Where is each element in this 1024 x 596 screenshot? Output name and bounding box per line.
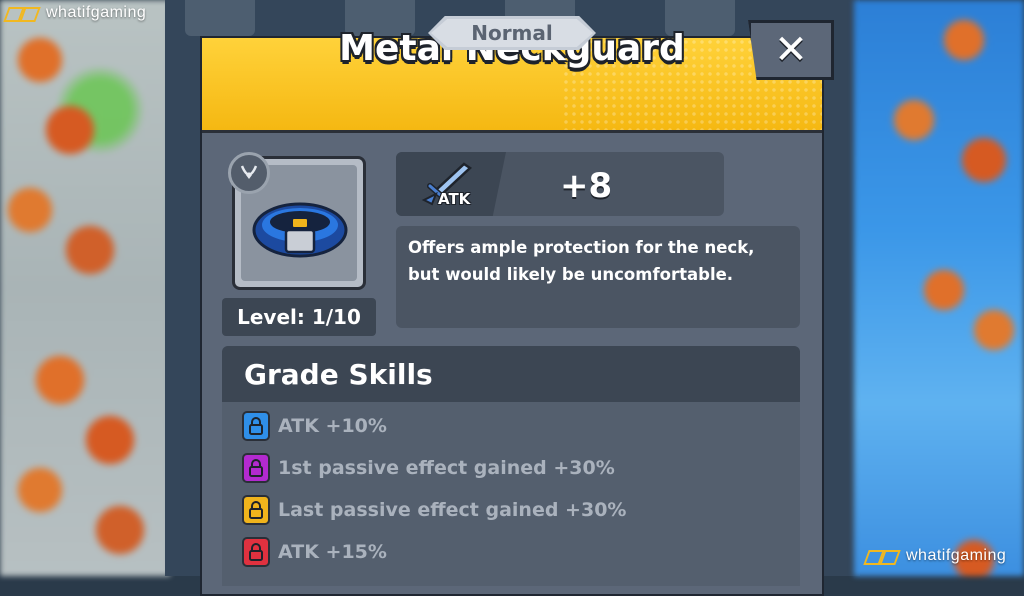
- rarity-tab: Normal: [428, 16, 596, 50]
- lock-icon: [242, 411, 270, 441]
- watermark-text: whatifgaming: [46, 4, 147, 21]
- item-description: Offers ample protection for the neck, bu…: [396, 226, 800, 328]
- whatifgaming-logo-icon: [6, 5, 40, 21]
- metal-neckguard-icon: [252, 202, 348, 258]
- game-background-right: [854, 0, 1024, 576]
- necklace-slot-icon: [228, 152, 270, 194]
- skill-row: ATK +10%: [242, 410, 387, 442]
- skill-text: Last passive effect gained +30%: [278, 499, 627, 521]
- whatifgaming-logo-icon: [866, 548, 900, 564]
- stat-value: +8: [560, 166, 613, 206]
- grade-skills-title: Grade Skills: [244, 358, 433, 391]
- skill-row: ATK +15%: [242, 536, 387, 568]
- watermark-text: whatifgaming: [906, 547, 1007, 564]
- watermark-top: whatifgaming: [6, 4, 146, 22]
- description-line-2: but would likely be uncomfortable.: [408, 265, 734, 284]
- close-button[interactable]: ✕: [748, 20, 834, 80]
- skill-text: 1st passive effect gained +30%: [278, 457, 615, 479]
- stat-label: ATK: [438, 190, 471, 208]
- skill-text: ATK +10%: [278, 415, 387, 437]
- lock-icon: [242, 453, 270, 483]
- item-level: Level: 1/10: [222, 298, 376, 336]
- game-background-left: [0, 0, 170, 576]
- close-icon: ✕: [774, 27, 808, 73]
- rarity-label: Normal: [471, 21, 553, 45]
- skill-row: Last passive effect gained +30%: [242, 494, 626, 526]
- skill-text: ATK +15%: [278, 541, 387, 563]
- description-line-1: Offers ample protection for the neck,: [408, 238, 755, 257]
- lock-icon: [242, 537, 270, 567]
- lock-icon: [242, 495, 270, 525]
- watermark-bottom: whatifgaming: [866, 547, 1006, 565]
- skill-row: 1st passive effect gained +30%: [242, 452, 615, 484]
